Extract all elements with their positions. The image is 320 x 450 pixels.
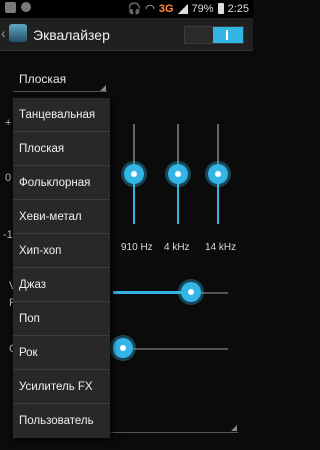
- preset-option[interactable]: Плоская: [13, 132, 110, 166]
- preset-option[interactable]: Джаз: [13, 268, 110, 302]
- preset-underline: [13, 91, 107, 92]
- db-label-zero: 0: [5, 172, 12, 184]
- preset-option[interactable]: Хип-хоп: [13, 234, 110, 268]
- signal-icon: [177, 3, 188, 14]
- preset-option[interactable]: Танцевальная: [13, 98, 110, 132]
- preset-option[interactable]: Поп: [13, 302, 110, 336]
- status-bar: 🎧 ◠ 3G 79% 2:25: [0, 0, 253, 18]
- preset-spinner[interactable]: Плоская: [19, 72, 66, 86]
- network-type: 3G: [158, 2, 174, 15]
- page-title: Эквалайзер: [33, 27, 110, 43]
- chevron-left-icon[interactable]: ‹: [1, 25, 6, 41]
- clock: 2:25: [227, 2, 249, 15]
- band-label: 14 kHz: [205, 242, 237, 253]
- volume-slider-knob[interactable]: [181, 282, 201, 302]
- usb-icon: [21, 2, 31, 12]
- equalizer-toggle[interactable]: [184, 26, 244, 44]
- slider-fill: [113, 291, 191, 294]
- preset-option[interactable]: Рок: [13, 336, 110, 370]
- eq-band-knob[interactable]: [168, 164, 188, 184]
- image-notification-icon: [5, 2, 16, 13]
- eq-band-knob[interactable]: [124, 164, 144, 184]
- preset-option[interactable]: Фольклорная: [13, 166, 110, 200]
- app-icon[interactable]: [9, 24, 27, 42]
- eq-band-knob[interactable]: [208, 164, 228, 184]
- db-label-bottom: -1: [3, 229, 13, 241]
- preset-option[interactable]: Пользователь: [13, 404, 110, 438]
- preset-dropdown-menu: Танцевальная Плоская Фольклорная Хеви-ме…: [13, 98, 110, 438]
- battery-icon: [217, 3, 224, 14]
- toggle-knob: [213, 27, 243, 43]
- db-label-top: +: [5, 117, 12, 129]
- balance-slider-knob[interactable]: [113, 338, 133, 358]
- spinner-arrow-icon: [231, 425, 237, 431]
- battery-percent: 79%: [191, 2, 214, 15]
- band-label: 910 Hz: [121, 242, 153, 253]
- wifi-icon: ◠: [145, 3, 155, 15]
- headphones-icon: 🎧: [127, 3, 142, 15]
- action-bar: ‹ Эквалайзер: [0, 18, 253, 51]
- spinner-arrow-icon: [100, 85, 106, 91]
- band-label: 4 kHz: [164, 242, 190, 253]
- preset-option[interactable]: Усилитель FX: [13, 370, 110, 404]
- preset-option[interactable]: Хеви-метал: [13, 200, 110, 234]
